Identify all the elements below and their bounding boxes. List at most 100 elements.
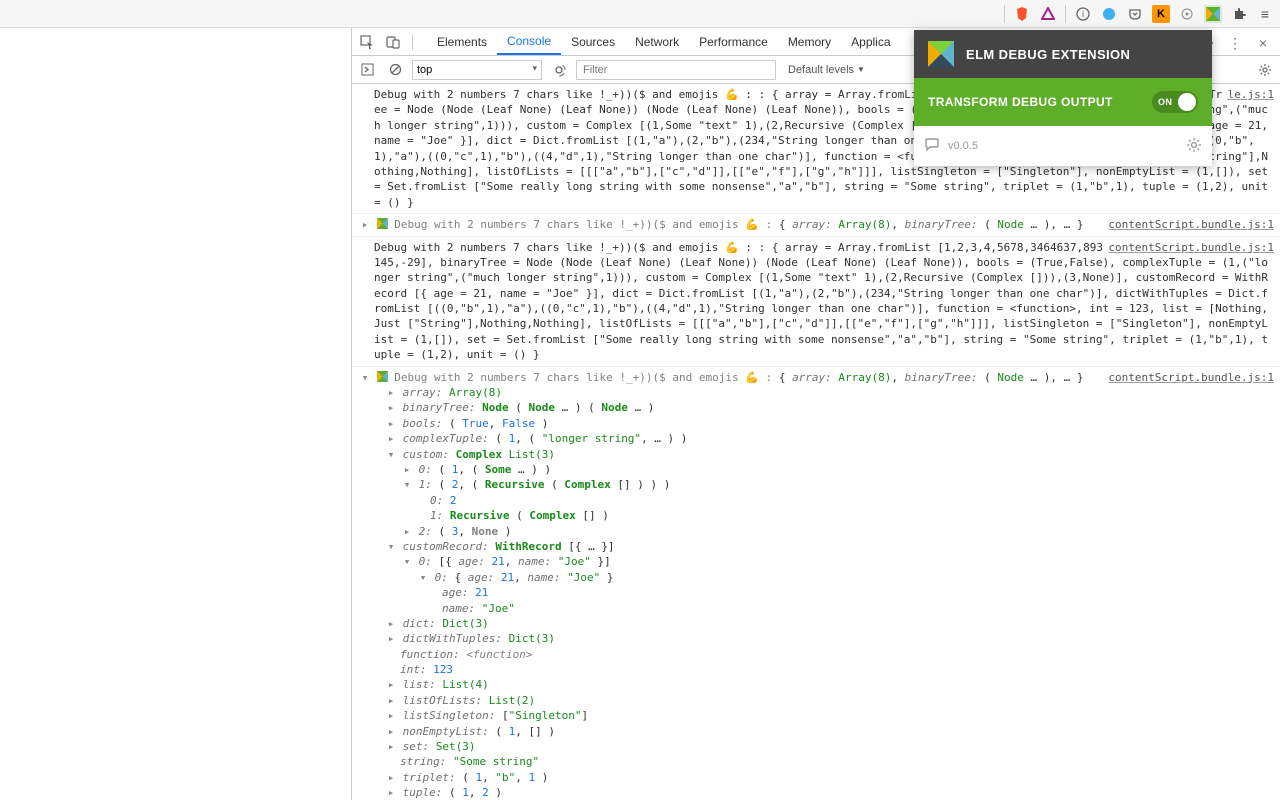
log-entry-transformed-expanded: contentScript.bundle.js:1 Debug with 2 n… <box>352 367 1280 800</box>
collapse-arrow-icon[interactable] <box>402 554 412 569</box>
expand-arrow-icon[interactable] <box>386 708 396 723</box>
devtools-menu-icon[interactable]: ⋮ <box>1224 32 1246 54</box>
kagi-icon[interactable]: K <box>1152 5 1170 23</box>
transform-toggle[interactable]: ON <box>1152 91 1198 113</box>
context-selector[interactable] <box>412 60 542 80</box>
feedback-icon[interactable] <box>924 137 940 156</box>
toolbar-separator <box>1065 5 1066 23</box>
context-select-input[interactable] <box>412 60 542 80</box>
toggle-state-label: ON <box>1158 97 1172 107</box>
pocket-icon[interactable] <box>1126 5 1144 23</box>
tree-row-array[interactable]: array: Array(8) <box>374 385 1274 400</box>
tree-row-age[interactable]: age: 21 <box>374 585 1274 600</box>
tab-performance[interactable]: Performance <box>689 28 778 55</box>
log-entry-transformed-collapsed: contentScript.bundle.js:1 Debug with 2 n… <box>352 214 1280 236</box>
tree-row-binarytree[interactable]: binaryTree: Node ( Node … ) ( Node … ) <box>374 400 1274 415</box>
expand-arrow-icon[interactable] <box>386 693 396 708</box>
live-expression-icon[interactable] <box>548 59 570 81</box>
browser-menu-icon[interactable]: ≡ <box>1256 5 1274 23</box>
tab-memory[interactable]: Memory <box>778 28 841 55</box>
tree-row-custom-1-0[interactable]: 0: 2 <box>374 493 1274 508</box>
expand-arrow-icon[interactable] <box>386 724 396 739</box>
expand-arrow-icon[interactable] <box>386 400 396 415</box>
tree-row-customrecord-0-0[interactable]: 0: { age: 21, name: "Joe" } <box>374 570 1274 585</box>
elm-logo-icon <box>377 218 388 229</box>
tree-row-listsingleton[interactable]: listSingleton: ["Singleton"] <box>374 708 1274 723</box>
log-source-link[interactable]: contentScript.bundle.js:1 <box>1108 240 1274 255</box>
tree-row-name[interactable]: name: "Joe" <box>374 601 1274 616</box>
expand-arrow-icon[interactable] <box>386 677 396 692</box>
collapse-arrow-icon[interactable] <box>418 570 428 585</box>
tree-row-set[interactable]: set: Set(3) <box>374 739 1274 754</box>
expand-arrow-icon[interactable] <box>386 431 396 446</box>
extension-settings-icon[interactable] <box>1186 137 1202 156</box>
console-sidebar-toggle-icon[interactable] <box>356 59 378 81</box>
collapse-arrow-icon[interactable] <box>402 477 412 492</box>
circle-icon[interactable] <box>1100 5 1118 23</box>
clear-console-icon[interactable] <box>384 59 406 81</box>
tree-row-customrecord-0[interactable]: 0: [{ age: 21, name: "Joe" }] <box>374 554 1274 569</box>
tree-row-int[interactable]: int: 123 <box>374 662 1274 677</box>
console-log-area[interactable]: le.js:1 Debug with 2 numbers 7 chars lik… <box>352 84 1280 800</box>
log-raw-body: : { array = Array.fromList [1,2,3,4,5678… <box>374 241 1268 362</box>
tree-row-function[interactable]: function: <function> <box>374 647 1274 662</box>
extension-toggle-row: TRANSFORM DEBUG OUTPUT ON <box>914 78 1212 126</box>
tree-row-listoflists[interactable]: listOfLists: List(2) <box>374 693 1274 708</box>
tree-row-custom[interactable]: custom: Complex List(3) <box>374 447 1274 462</box>
devtools-close-icon[interactable]: × <box>1252 32 1274 54</box>
expand-arrow-icon[interactable] <box>386 770 396 785</box>
tree-row-dictwithtuples[interactable]: dictWithTuples: Dict(3) <box>374 631 1274 646</box>
expand-arrow-icon[interactable] <box>386 616 396 631</box>
tab-network[interactable]: Network <box>625 28 689 55</box>
tree-row-custom-2[interactable]: 2: ( 3, None ) <box>374 524 1274 539</box>
expand-arrow-icon[interactable] <box>386 785 396 800</box>
collapse-arrow-icon[interactable] <box>360 370 370 385</box>
console-settings-icon[interactable] <box>1254 59 1276 81</box>
log-levels-dropdown[interactable]: Default levels▼ <box>782 64 871 76</box>
device-toggle-icon[interactable] <box>382 31 404 53</box>
tree-row-list[interactable]: list: List(4) <box>374 677 1274 692</box>
collapse-arrow-icon[interactable] <box>386 447 396 462</box>
expand-arrow-icon[interactable] <box>386 385 396 400</box>
tree-row-custom-1-1[interactable]: 1: Recursive ( Complex [] ) <box>374 508 1274 523</box>
extensions-puzzle-icon[interactable] <box>1230 5 1248 23</box>
tree-row-complextuple[interactable]: complexTuple: ( 1, ( "longer string", … … <box>374 431 1274 446</box>
info-icon[interactable]: i <box>1074 5 1092 23</box>
log-entry-raw: contentScript.bundle.js:1 Debug with 2 n… <box>352 237 1280 367</box>
tab-elements[interactable]: Elements <box>427 28 497 55</box>
tree-row-dict[interactable]: dict: Dict(3) <box>374 616 1274 631</box>
tree-row-custom-1[interactable]: 1: ( 2, ( Recursive ( Complex [] ) ) ) <box>374 477 1274 492</box>
expand-arrow-icon[interactable] <box>402 462 412 477</box>
tab-application[interactable]: Applica <box>841 28 900 55</box>
log-source-link[interactable]: le.js:1 <box>1228 87 1274 102</box>
brave-shield-icon[interactable] <box>1013 5 1031 23</box>
levels-label: Default levels <box>788 64 854 76</box>
log-source-link[interactable]: contentScript.bundle.js:1 <box>1108 217 1274 232</box>
tree-row-bools[interactable]: bools: ( True, False ) <box>374 416 1274 431</box>
target-icon[interactable] <box>1178 5 1196 23</box>
elm-debug-ext-icon[interactable] <box>1204 5 1222 23</box>
expand-arrow-icon[interactable] <box>360 217 370 232</box>
expand-arrow-icon[interactable] <box>386 739 396 754</box>
tab-console[interactable]: Console <box>497 28 561 55</box>
expand-arrow-icon[interactable] <box>402 524 412 539</box>
tree-row-tuple[interactable]: tuple: ( 1, 2 ) <box>374 785 1274 800</box>
toggle-knob <box>1178 93 1196 111</box>
collapse-arrow-icon[interactable] <box>386 539 396 554</box>
log-header-text: Debug with 2 numbers 7 chars like !_+))(… <box>394 371 779 384</box>
tab-sources[interactable]: Sources <box>561 28 625 55</box>
log-source-link[interactable]: contentScript.bundle.js:1 <box>1108 370 1274 385</box>
tree-row-string[interactable]: string: "Some string" <box>374 754 1274 769</box>
tree-row-triplet[interactable]: triplet: ( 1, "b", 1 ) <box>374 770 1274 785</box>
filter-input[interactable] <box>576 60 776 80</box>
tree-row-customrecord[interactable]: customRecord: WithRecord [{ … }] <box>374 539 1274 554</box>
expand-arrow-icon[interactable] <box>386 631 396 646</box>
devtools-tabs: Elements Console Sources Network Perform… <box>427 28 901 55</box>
tree-row-custom-0[interactable]: 0: ( 1, ( Some … ) ) <box>374 462 1274 477</box>
tree-row-nonemptylist[interactable]: nonEmptyList: ( 1, [] ) <box>374 724 1274 739</box>
extension-popup: ELM DEBUG EXTENSION TRANSFORM DEBUG OUTP… <box>914 30 1212 166</box>
brave-triangle-icon[interactable] <box>1039 5 1057 23</box>
inspect-element-icon[interactable] <box>356 31 378 53</box>
divider <box>412 34 413 50</box>
expand-arrow-icon[interactable] <box>386 416 396 431</box>
